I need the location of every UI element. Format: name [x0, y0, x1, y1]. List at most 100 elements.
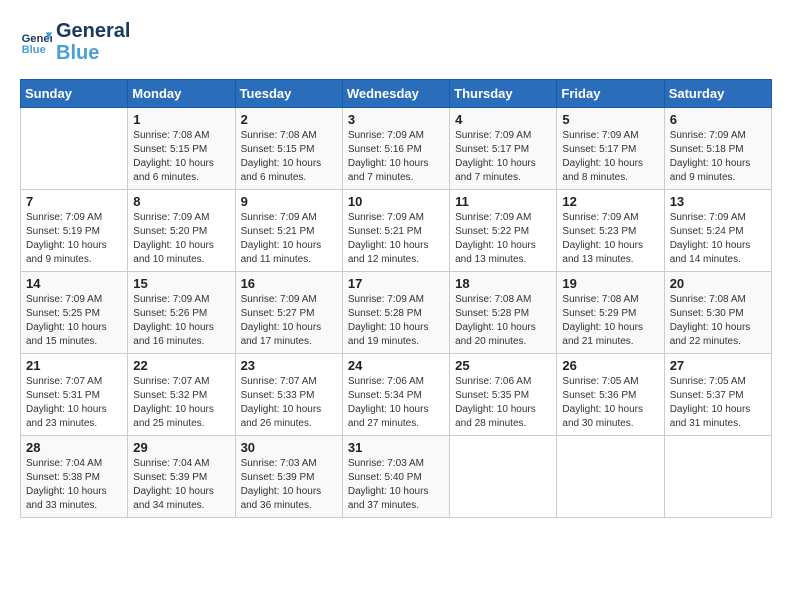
day-number: 24	[348, 358, 444, 373]
day-info: Sunrise: 7:05 AM Sunset: 5:36 PM Dayligh…	[562, 375, 658, 431]
day-cell	[664, 436, 771, 518]
day-info: Sunrise: 7:09 AM Sunset: 5:23 PM Dayligh…	[562, 211, 658, 267]
day-number: 19	[562, 276, 658, 291]
day-cell: 17 Sunrise: 7:09 AM Sunset: 5:28 PM Dayli…	[342, 272, 449, 354]
day-info: Sunrise: 7:09 AM Sunset: 5:27 PM Dayligh…	[241, 293, 337, 349]
week-row-3: 14 Sunrise: 7:09 AM Sunset: 5:25 PM Dayli…	[21, 272, 772, 354]
day-number: 17	[348, 276, 444, 291]
day-cell: 15 Sunrise: 7:09 AM Sunset: 5:26 PM Dayli…	[128, 272, 235, 354]
day-info: Sunrise: 7:09 AM Sunset: 5:16 PM Dayligh…	[348, 129, 444, 185]
day-cell: 22Sunrise: 7:07 AM Sunset: 5:32 PM Dayli…	[128, 354, 235, 436]
day-number: 10	[348, 194, 444, 209]
day-number: 21	[26, 358, 122, 373]
day-number: 20	[670, 276, 766, 291]
day-info: Sunrise: 7:06 AM Sunset: 5:35 PM Dayligh…	[455, 375, 551, 431]
weekday-header-saturday: Saturday	[664, 80, 771, 108]
day-info: Sunrise: 7:08 AM Sunset: 5:15 PM Dayligh…	[241, 129, 337, 185]
day-info: Sunrise: 7:09 AM Sunset: 5:28 PM Dayligh…	[348, 293, 444, 349]
day-cell: 3Sunrise: 7:09 AM Sunset: 5:16 PM Daylig…	[342, 108, 449, 190]
day-number: 29	[133, 440, 229, 455]
day-cell: 18 Sunrise: 7:08 AM Sunset: 5:28 PM Dayli…	[450, 272, 557, 354]
day-info: Sunrise: 7:09 AM Sunset: 5:21 PM Dayligh…	[241, 211, 337, 267]
logo-general: General	[56, 20, 130, 42]
day-number: 2	[241, 112, 337, 127]
day-info: Sunrise: 7:09 AM Sunset: 5:22 PM Dayligh…	[455, 211, 551, 267]
day-number: 9	[241, 194, 337, 209]
day-cell: 24 Sunrise: 7:06 AM Sunset: 5:34 PM Dayli…	[342, 354, 449, 436]
day-cell: 14 Sunrise: 7:09 AM Sunset: 5:25 PM Dayli…	[21, 272, 128, 354]
day-number: 13	[670, 194, 766, 209]
day-number: 1	[133, 112, 229, 127]
weekday-header-monday: Monday	[128, 80, 235, 108]
week-row-2: 7 Sunrise: 7:09 AM Sunset: 5:19 PM Daylig…	[21, 190, 772, 272]
day-number: 14	[26, 276, 122, 291]
day-cell: 8Sunrise: 7:09 AM Sunset: 5:20 PM Daylig…	[128, 190, 235, 272]
day-cell: 20 Sunrise: 7:08 AM Sunset: 5:30 PM Dayli…	[664, 272, 771, 354]
day-cell: 2 Sunrise: 7:08 AM Sunset: 5:15 PM Daylig…	[235, 108, 342, 190]
weekday-header-friday: Friday	[557, 80, 664, 108]
day-number: 25	[455, 358, 551, 373]
day-number: 7	[26, 194, 122, 209]
day-cell: 7 Sunrise: 7:09 AM Sunset: 5:19 PM Daylig…	[21, 190, 128, 272]
day-number: 12	[562, 194, 658, 209]
day-cell: 23Sunrise: 7:07 AM Sunset: 5:33 PM Dayli…	[235, 354, 342, 436]
day-info: Sunrise: 7:06 AM Sunset: 5:34 PM Dayligh…	[348, 375, 444, 431]
day-info: Sunrise: 7:03 AM Sunset: 5:39 PM Dayligh…	[241, 457, 337, 513]
day-number: 11	[455, 194, 551, 209]
day-cell: 25 Sunrise: 7:06 AM Sunset: 5:35 PM Dayli…	[450, 354, 557, 436]
day-cell: 11 Sunrise: 7:09 AM Sunset: 5:22 PM Dayli…	[450, 190, 557, 272]
day-info: Sunrise: 7:09 AM Sunset: 5:17 PM Dayligh…	[562, 129, 658, 185]
day-cell: 30 Sunrise: 7:03 AM Sunset: 5:39 PM Dayli…	[235, 436, 342, 518]
day-info: Sunrise: 7:08 AM Sunset: 5:29 PM Dayligh…	[562, 293, 658, 349]
logo: General Blue General Blue	[20, 20, 130, 64]
day-info: Sunrise: 7:09 AM Sunset: 5:24 PM Dayligh…	[670, 211, 766, 267]
day-cell: 1 Sunrise: 7:08 AM Sunset: 5:15 PM Daylig…	[128, 108, 235, 190]
day-number: 31	[348, 440, 444, 455]
day-number: 30	[241, 440, 337, 455]
logo-icon: General Blue	[20, 26, 52, 58]
day-cell: 12 Sunrise: 7:09 AM Sunset: 5:23 PM Dayli…	[557, 190, 664, 272]
day-number: 8	[133, 194, 229, 209]
day-cell	[557, 436, 664, 518]
day-number: 4	[455, 112, 551, 127]
day-info: Sunrise: 7:08 AM Sunset: 5:28 PM Dayligh…	[455, 293, 551, 349]
day-info: Sunrise: 7:09 AM Sunset: 5:21 PM Dayligh…	[348, 211, 444, 267]
day-cell: 13 Sunrise: 7:09 AM Sunset: 5:24 PM Dayli…	[664, 190, 771, 272]
day-info: Sunrise: 7:08 AM Sunset: 5:30 PM Dayligh…	[670, 293, 766, 349]
day-cell: 4 Sunrise: 7:09 AM Sunset: 5:17 PM Daylig…	[450, 108, 557, 190]
day-cell: 5 Sunrise: 7:09 AM Sunset: 5:17 PM Daylig…	[557, 108, 664, 190]
day-info: Sunrise: 7:09 AM Sunset: 5:25 PM Dayligh…	[26, 293, 122, 349]
weekday-header-sunday: Sunday	[21, 80, 128, 108]
day-number: 16	[241, 276, 337, 291]
day-cell: 21Sunrise: 7:07 AM Sunset: 5:31 PM Dayli…	[21, 354, 128, 436]
day-cell: 31 Sunrise: 7:03 AM Sunset: 5:40 PM Dayli…	[342, 436, 449, 518]
day-info: Sunrise: 7:09 AM Sunset: 5:19 PM Dayligh…	[26, 211, 122, 267]
day-number: 28	[26, 440, 122, 455]
day-info: Sunrise: 7:08 AM Sunset: 5:15 PM Dayligh…	[133, 129, 229, 185]
day-number: 18	[455, 276, 551, 291]
day-cell: 26 Sunrise: 7:05 AM Sunset: 5:36 PM Dayli…	[557, 354, 664, 436]
svg-text:Blue: Blue	[22, 44, 46, 56]
day-info: Sunrise: 7:04 AM Sunset: 5:39 PM Dayligh…	[133, 457, 229, 513]
day-info: Sunrise: 7:04 AM Sunset: 5:38 PM Dayligh…	[26, 457, 122, 513]
day-cell	[21, 108, 128, 190]
logo-blue: Blue	[56, 42, 130, 64]
day-number: 6	[670, 112, 766, 127]
day-cell: 19 Sunrise: 7:08 AM Sunset: 5:29 PM Dayli…	[557, 272, 664, 354]
day-cell: 6Sunrise: 7:09 AM Sunset: 5:18 PM Daylig…	[664, 108, 771, 190]
day-cell: 9 Sunrise: 7:09 AM Sunset: 5:21 PM Daylig…	[235, 190, 342, 272]
day-info: Sunrise: 7:09 AM Sunset: 5:17 PM Dayligh…	[455, 129, 551, 185]
day-info: Sunrise: 7:09 AM Sunset: 5:26 PM Dayligh…	[133, 293, 229, 349]
day-info: Sunrise: 7:03 AM Sunset: 5:40 PM Dayligh…	[348, 457, 444, 513]
day-cell: 16 Sunrise: 7:09 AM Sunset: 5:27 PM Dayli…	[235, 272, 342, 354]
day-cell: 29 Sunrise: 7:04 AM Sunset: 5:39 PM Dayli…	[128, 436, 235, 518]
week-row-4: 21Sunrise: 7:07 AM Sunset: 5:31 PM Dayli…	[21, 354, 772, 436]
day-number: 5	[562, 112, 658, 127]
week-row-1: 1 Sunrise: 7:08 AM Sunset: 5:15 PM Daylig…	[21, 108, 772, 190]
day-number: 22	[133, 358, 229, 373]
weekday-header-tuesday: Tuesday	[235, 80, 342, 108]
day-number: 26	[562, 358, 658, 373]
day-number: 15	[133, 276, 229, 291]
day-number: 23	[241, 358, 337, 373]
week-row-5: 28 Sunrise: 7:04 AM Sunset: 5:38 PM Dayli…	[21, 436, 772, 518]
